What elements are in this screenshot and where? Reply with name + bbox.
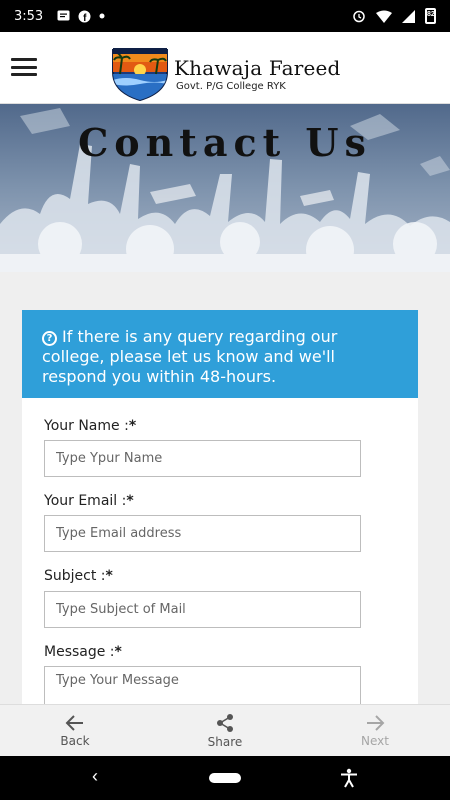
nav-home-pill[interactable]: [209, 773, 241, 783]
next-label: Next: [361, 734, 389, 748]
page-title: Contact Us: [78, 120, 372, 165]
brand-subtitle: Govt. P/G College RYK: [176, 81, 286, 92]
dot-icon: [99, 13, 105, 19]
college-crest-logo: [112, 48, 168, 102]
share-button[interactable]: Share: [180, 705, 270, 757]
app-header: Khawaja Fareed Govt. P/G College RYK: [0, 32, 450, 104]
brand: Khawaja Fareed Govt. P/G College RYK: [110, 46, 341, 102]
next-button[interactable]: Next: [330, 705, 420, 757]
arrow-left-icon: [65, 715, 83, 731]
status-time: 3:53: [14, 8, 44, 24]
hamburger-menu-icon[interactable]: [11, 54, 37, 80]
back-label: Back: [60, 734, 90, 748]
facebook-icon: f: [78, 10, 91, 23]
bottom-toolbar: Back Share Next: [0, 704, 450, 756]
share-icon: [217, 714, 233, 732]
notice-text: If there is any query regarding our coll…: [42, 327, 338, 386]
message-icon: [57, 10, 70, 20]
contact-content: ? If there is any query regarding our col…: [0, 272, 450, 704]
question-circle-icon: ?: [42, 331, 57, 346]
signal-icon: [402, 9, 415, 23]
email-label: Your Email :*: [44, 493, 134, 509]
wifi-icon: [376, 10, 392, 23]
share-label: Share: [207, 735, 243, 749]
brand-title: Khawaja Fareed: [174, 56, 341, 80]
message-textarea[interactable]: [44, 666, 361, 704]
alarm-icon: [353, 10, 365, 23]
email-input[interactable]: [44, 515, 361, 552]
contact-form: Your Name :* Your Email :* Subject :* Me…: [22, 398, 418, 704]
accessibility-icon[interactable]: [340, 768, 358, 788]
notice-box: ? If there is any query regarding our col…: [22, 310, 418, 398]
back-button[interactable]: Back: [30, 705, 120, 757]
subject-label: Subject :*: [44, 568, 113, 584]
name-label: Your Name :*: [44, 418, 137, 434]
nav-back-icon[interactable]: ‹: [92, 766, 98, 787]
subject-input[interactable]: [44, 591, 361, 628]
arrow-right-icon: [367, 715, 385, 731]
battery-icon: 82: [425, 8, 436, 24]
system-nav-bar: ‹: [0, 756, 450, 800]
contact-banner: Contact Us: [0, 104, 450, 272]
system-icons: 82: [352, 8, 436, 24]
notification-icons: f: [57, 10, 105, 23]
name-input[interactable]: [44, 440, 361, 477]
message-label: Message :*: [44, 644, 122, 660]
status-bar: 3:53 f 82: [0, 0, 450, 32]
